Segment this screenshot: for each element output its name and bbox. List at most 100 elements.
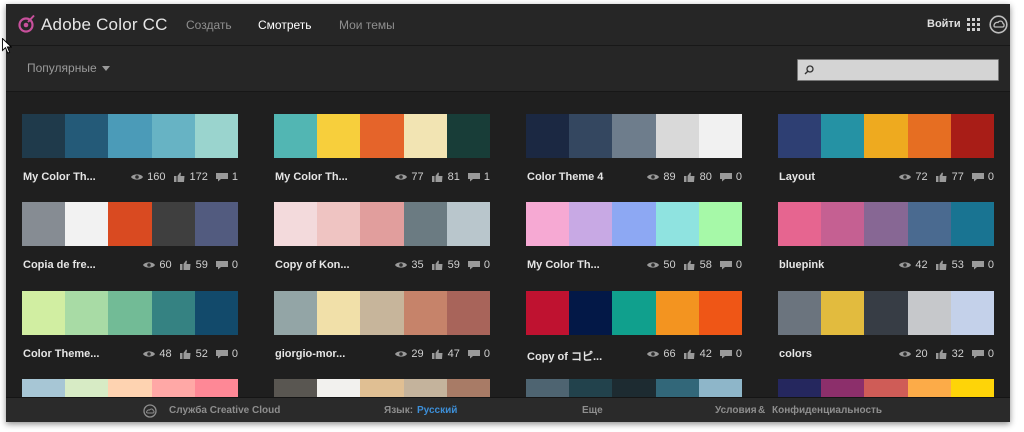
color-swatch-strip[interactable] [526, 202, 743, 246]
theme-name[interactable]: Color Theme... [23, 348, 99, 360]
color-swatch-strip[interactable] [274, 291, 491, 335]
color-swatch[interactable] [950, 202, 995, 246]
theme-card[interactable]: My Color Th... 160 172 1 [22, 114, 239, 189]
nav-my-themes[interactable]: Мои темы [339, 18, 395, 32]
color-swatch-strip[interactable] [778, 379, 995, 397]
color-swatch-strip[interactable] [778, 202, 995, 246]
color-swatch[interactable] [108, 291, 152, 335]
color-swatch[interactable] [194, 379, 239, 397]
color-swatch-strip[interactable] [22, 379, 239, 397]
color-swatch[interactable] [317, 202, 361, 246]
theme-name[interactable]: My Color Th... [527, 259, 600, 271]
color-swatch-strip[interactable] [778, 114, 995, 158]
color-swatch[interactable] [446, 379, 491, 397]
color-swatch[interactable] [526, 114, 570, 158]
color-swatch-strip[interactable] [274, 202, 491, 246]
footer-language-selector[interactable]: Русский [417, 405, 457, 416]
color-swatch[interactable] [526, 291, 570, 335]
thumbs-up-icon[interactable] [935, 349, 949, 359]
thumbs-up-icon[interactable] [683, 260, 697, 270]
theme-card[interactable]: Copia de fre... 60 59 0 [22, 202, 239, 277]
color-swatch[interactable] [108, 114, 152, 158]
theme-card[interactable]: bluepink 42 53 0 [778, 202, 995, 277]
color-swatch[interactable] [569, 291, 613, 335]
color-swatch-strip[interactable] [274, 379, 491, 397]
color-swatch[interactable] [907, 202, 951, 246]
theme-card[interactable] [526, 379, 743, 397]
color-swatch[interactable] [360, 114, 404, 158]
color-swatch[interactable] [22, 379, 66, 397]
color-swatch[interactable] [194, 291, 239, 335]
theme-card[interactable]: Color Theme 4 89 80 0 [526, 114, 743, 189]
color-swatch-strip[interactable] [22, 202, 239, 246]
search-input[interactable] [797, 59, 999, 81]
color-swatch[interactable] [446, 114, 491, 158]
color-swatch[interactable] [403, 202, 447, 246]
color-swatch[interactable] [778, 202, 822, 246]
theme-card[interactable]: colors 20 32 0 [778, 291, 995, 366]
color-swatch[interactable] [151, 202, 195, 246]
color-swatch[interactable] [274, 114, 318, 158]
apps-grid-icon[interactable] [967, 18, 980, 31]
creative-cloud-icon[interactable] [989, 15, 1008, 34]
thumbs-up-icon[interactable] [179, 349, 193, 359]
color-swatch[interactable] [22, 202, 66, 246]
color-swatch[interactable] [403, 291, 447, 335]
color-swatch[interactable] [950, 291, 995, 335]
color-swatch[interactable] [151, 291, 195, 335]
color-swatch[interactable] [317, 379, 361, 397]
footer-more-link[interactable]: Еще [582, 405, 603, 416]
color-swatch[interactable] [950, 114, 995, 158]
theme-card[interactable]: Copy of コピ... 66 42 0 [526, 291, 743, 366]
color-swatch[interactable] [403, 379, 447, 397]
color-swatch[interactable] [655, 291, 699, 335]
nav-create[interactable]: Создать [186, 18, 232, 32]
color-swatch[interactable] [698, 202, 743, 246]
app-title[interactable]: Adobe Color CC [41, 15, 168, 35]
theme-name[interactable]: giorgio-mor... [275, 348, 345, 360]
theme-name[interactable]: Copia de fre... [23, 259, 96, 271]
theme-card[interactable]: Layout 72 77 0 [778, 114, 995, 189]
color-swatch[interactable] [655, 202, 699, 246]
color-swatch[interactable] [821, 291, 865, 335]
color-swatch-strip[interactable] [778, 291, 995, 335]
color-swatch[interactable] [778, 379, 822, 397]
color-swatch[interactable] [22, 291, 66, 335]
color-swatch-strip[interactable] [526, 379, 743, 397]
color-swatch[interactable] [274, 202, 318, 246]
color-swatch[interactable] [698, 291, 743, 335]
color-swatch[interactable] [446, 291, 491, 335]
thumbs-up-icon[interactable] [431, 260, 445, 270]
color-swatch[interactable] [907, 114, 951, 158]
color-swatch-strip[interactable] [526, 291, 743, 335]
color-swatch[interactable] [778, 114, 822, 158]
color-swatch[interactable] [446, 202, 491, 246]
color-swatch[interactable] [821, 379, 865, 397]
color-swatch-strip[interactable] [274, 114, 491, 158]
thumbs-up-icon[interactable] [173, 172, 187, 182]
color-swatch[interactable] [274, 379, 318, 397]
color-swatch[interactable] [65, 202, 109, 246]
color-swatch[interactable] [612, 379, 656, 397]
thumbs-up-icon[interactable] [683, 172, 697, 182]
color-swatch[interactable] [950, 379, 995, 397]
adobe-color-logo-icon[interactable] [16, 14, 36, 34]
color-swatch-strip[interactable] [22, 114, 239, 158]
theme-name[interactable]: Color Theme 4 [527, 171, 603, 183]
theme-name[interactable]: My Color Th... [23, 171, 96, 183]
color-swatch-strip[interactable] [526, 114, 743, 158]
color-swatch[interactable] [698, 379, 743, 397]
thumbs-up-icon[interactable] [935, 260, 949, 270]
theme-name[interactable]: My Color Th... [275, 171, 348, 183]
theme-card[interactable]: My Color Th... 77 81 1 [274, 114, 491, 189]
login-link[interactable]: Войти [927, 18, 961, 30]
footer-privacy-link[interactable]: Конфиденциальность [772, 405, 882, 416]
theme-name[interactable]: Copy of コピ... [527, 348, 602, 364]
color-swatch[interactable] [65, 114, 109, 158]
color-swatch[interactable] [526, 379, 570, 397]
color-swatch[interactable] [655, 379, 699, 397]
color-swatch[interactable] [526, 202, 570, 246]
color-swatch[interactable] [612, 114, 656, 158]
color-swatch[interactable] [194, 202, 239, 246]
color-swatch[interactable] [65, 379, 109, 397]
